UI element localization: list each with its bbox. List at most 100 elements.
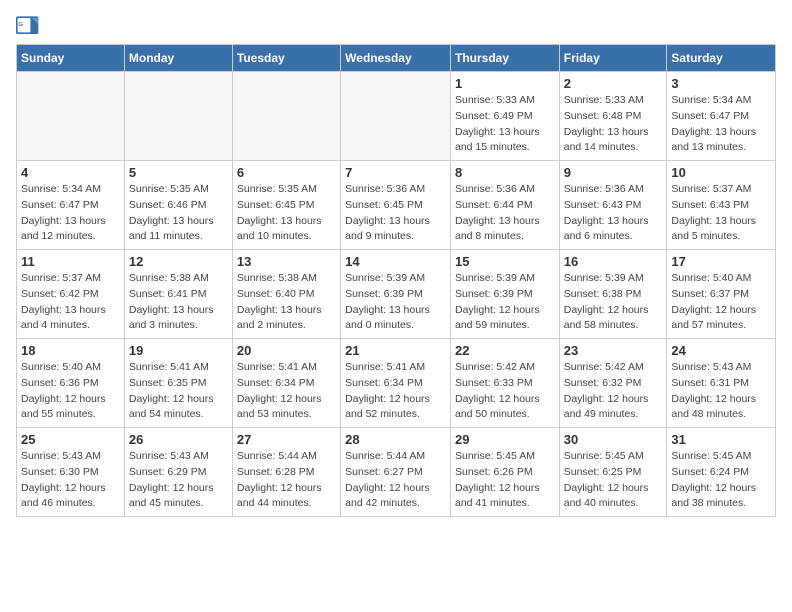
day-info: Sunrise: 5:42 AM Sunset: 6:32 PM Dayligh… [564, 360, 663, 423]
day-info: Sunrise: 5:40 AM Sunset: 6:37 PM Dayligh… [671, 271, 771, 334]
day-number: 5 [129, 165, 228, 180]
day-info: Sunrise: 5:37 AM Sunset: 6:42 PM Dayligh… [21, 271, 120, 334]
day-info: Sunrise: 5:37 AM Sunset: 6:43 PM Dayligh… [671, 182, 771, 245]
day-number: 21 [345, 343, 446, 358]
day-header-tuesday: Tuesday [232, 45, 340, 72]
calendar-cell: 13 Sunrise: 5:38 AM Sunset: 6:40 PM Dayli… [232, 250, 340, 339]
day-header-monday: Monday [124, 45, 232, 72]
calendar-cell: 3 Sunrise: 5:34 AM Sunset: 6:47 PM Daylig… [667, 72, 776, 161]
day-number: 16 [564, 254, 663, 269]
day-number: 25 [21, 432, 120, 447]
header: G [16, 16, 776, 36]
day-header-thursday: Thursday [450, 45, 559, 72]
calendar-cell: 25 Sunrise: 5:43 AM Sunset: 6:30 PM Dayli… [17, 428, 125, 517]
day-header-sunday: Sunday [17, 45, 125, 72]
day-info: Sunrise: 5:45 AM Sunset: 6:26 PM Dayligh… [455, 449, 555, 512]
day-info: Sunrise: 5:45 AM Sunset: 6:25 PM Dayligh… [564, 449, 663, 512]
day-info: Sunrise: 5:36 AM Sunset: 6:43 PM Dayligh… [564, 182, 663, 245]
day-number: 2 [564, 76, 663, 91]
day-header-friday: Friday [559, 45, 667, 72]
day-number: 8 [455, 165, 555, 180]
logo: G [16, 16, 44, 36]
day-number: 23 [564, 343, 663, 358]
calendar-cell: 21Sunrise: 5:41 AM Sunset: 6:34 PM Dayli… [341, 339, 451, 428]
day-info: Sunrise: 5:36 AM Sunset: 6:44 PM Dayligh… [455, 182, 555, 245]
day-number: 4 [21, 165, 120, 180]
calendar-cell: 24 Sunrise: 5:43 AM Sunset: 6:31 PM Dayli… [667, 339, 776, 428]
calendar-cell: 14Sunrise: 5:39 AM Sunset: 6:39 PM Dayli… [341, 250, 451, 339]
day-info: Sunrise: 5:41 AM Sunset: 6:35 PM Dayligh… [129, 360, 228, 423]
day-info: Sunrise: 5:40 AM Sunset: 6:36 PM Dayligh… [21, 360, 120, 423]
calendar-cell: 30 Sunrise: 5:45 AM Sunset: 6:25 PM Dayli… [559, 428, 667, 517]
calendar-cell: 16Sunrise: 5:39 AM Sunset: 6:38 PM Dayli… [559, 250, 667, 339]
day-info: Sunrise: 5:35 AM Sunset: 6:45 PM Dayligh… [237, 182, 336, 245]
day-number: 15 [455, 254, 555, 269]
day-info: Sunrise: 5:39 AM Sunset: 6:39 PM Dayligh… [455, 271, 555, 334]
calendar-cell: 19 Sunrise: 5:41 AM Sunset: 6:35 PM Dayli… [124, 339, 232, 428]
day-info: Sunrise: 5:35 AM Sunset: 6:46 PM Dayligh… [129, 182, 228, 245]
day-info: Sunrise: 5:43 AM Sunset: 6:30 PM Dayligh… [21, 449, 120, 512]
day-number: 24 [671, 343, 771, 358]
day-number: 18 [21, 343, 120, 358]
calendar-header-row: SundayMondayTuesdayWednesdayThursdayFrid… [17, 45, 776, 72]
day-info: Sunrise: 5:43 AM Sunset: 6:29 PM Dayligh… [129, 449, 228, 512]
day-info: Sunrise: 5:44 AM Sunset: 6:27 PM Dayligh… [345, 449, 446, 512]
day-number: 11 [21, 254, 120, 269]
day-info: Sunrise: 5:33 AM Sunset: 6:49 PM Dayligh… [455, 93, 555, 156]
day-number: 1 [455, 76, 555, 91]
calendar-cell: 6 Sunrise: 5:35 AM Sunset: 6:45 PM Daylig… [232, 161, 340, 250]
calendar-cell: 28 Sunrise: 5:44 AM Sunset: 6:27 PM Dayli… [341, 428, 451, 517]
calendar-cell: 23 Sunrise: 5:42 AM Sunset: 6:32 PM Dayli… [559, 339, 667, 428]
day-number: 9 [564, 165, 663, 180]
calendar-cell: 2Sunrise: 5:33 AM Sunset: 6:48 PM Daylig… [559, 72, 667, 161]
day-info: Sunrise: 5:44 AM Sunset: 6:28 PM Dayligh… [237, 449, 336, 512]
day-number: 28 [345, 432, 446, 447]
day-info: Sunrise: 5:38 AM Sunset: 6:40 PM Dayligh… [237, 271, 336, 334]
week-row-1: 1 Sunrise: 5:33 AM Sunset: 6:49 PM Daylig… [17, 72, 776, 161]
calendar-cell: 4Sunrise: 5:34 AM Sunset: 6:47 PM Daylig… [17, 161, 125, 250]
day-info: Sunrise: 5:43 AM Sunset: 6:31 PM Dayligh… [671, 360, 771, 423]
calendar-cell: 11 Sunrise: 5:37 AM Sunset: 6:42 PM Dayli… [17, 250, 125, 339]
day-info: Sunrise: 5:38 AM Sunset: 6:41 PM Dayligh… [129, 271, 228, 334]
day-info: Sunrise: 5:41 AM Sunset: 6:34 PM Dayligh… [237, 360, 336, 423]
week-row-3: 11 Sunrise: 5:37 AM Sunset: 6:42 PM Dayli… [17, 250, 776, 339]
calendar-cell: 31 Sunrise: 5:45 AM Sunset: 6:24 PM Dayli… [667, 428, 776, 517]
day-number: 17 [671, 254, 771, 269]
day-number: 7 [345, 165, 446, 180]
day-header-wednesday: Wednesday [341, 45, 451, 72]
calendar-cell [124, 72, 232, 161]
svg-text:G: G [18, 22, 22, 28]
day-number: 20 [237, 343, 336, 358]
calendar-cell [341, 72, 451, 161]
calendar-cell [232, 72, 340, 161]
day-info: Sunrise: 5:45 AM Sunset: 6:24 PM Dayligh… [671, 449, 771, 512]
calendar: SundayMondayTuesdayWednesdayThursdayFrid… [16, 44, 776, 517]
calendar-cell: 9 Sunrise: 5:36 AM Sunset: 6:43 PM Daylig… [559, 161, 667, 250]
day-number: 6 [237, 165, 336, 180]
day-number: 31 [671, 432, 771, 447]
day-info: Sunrise: 5:42 AM Sunset: 6:33 PM Dayligh… [455, 360, 555, 423]
calendar-cell: 7 Sunrise: 5:36 AM Sunset: 6:45 PM Daylig… [341, 161, 451, 250]
day-info: Sunrise: 5:36 AM Sunset: 6:45 PM Dayligh… [345, 182, 446, 245]
day-number: 30 [564, 432, 663, 447]
calendar-cell: 27 Sunrise: 5:44 AM Sunset: 6:28 PM Dayli… [232, 428, 340, 517]
day-number: 3 [671, 76, 771, 91]
day-header-saturday: Saturday [667, 45, 776, 72]
day-number: 22 [455, 343, 555, 358]
calendar-cell: 12 Sunrise: 5:38 AM Sunset: 6:41 PM Dayli… [124, 250, 232, 339]
day-number: 29 [455, 432, 555, 447]
calendar-cell: 8 Sunrise: 5:36 AM Sunset: 6:44 PM Daylig… [450, 161, 559, 250]
day-number: 19 [129, 343, 228, 358]
week-row-4: 18 Sunrise: 5:40 AM Sunset: 6:36 PM Dayli… [17, 339, 776, 428]
day-info: Sunrise: 5:34 AM Sunset: 6:47 PM Dayligh… [671, 93, 771, 156]
calendar-cell: 15 Sunrise: 5:39 AM Sunset: 6:39 PM Dayli… [450, 250, 559, 339]
day-number: 12 [129, 254, 228, 269]
day-number: 13 [237, 254, 336, 269]
calendar-cell: 20 Sunrise: 5:41 AM Sunset: 6:34 PM Dayli… [232, 339, 340, 428]
calendar-cell: 29 Sunrise: 5:45 AM Sunset: 6:26 PM Dayli… [450, 428, 559, 517]
calendar-cell [17, 72, 125, 161]
calendar-cell: 26Sunrise: 5:43 AM Sunset: 6:29 PM Dayli… [124, 428, 232, 517]
calendar-cell: 17 Sunrise: 5:40 AM Sunset: 6:37 PM Dayli… [667, 250, 776, 339]
day-number: 27 [237, 432, 336, 447]
calendar-cell: 1 Sunrise: 5:33 AM Sunset: 6:49 PM Daylig… [450, 72, 559, 161]
